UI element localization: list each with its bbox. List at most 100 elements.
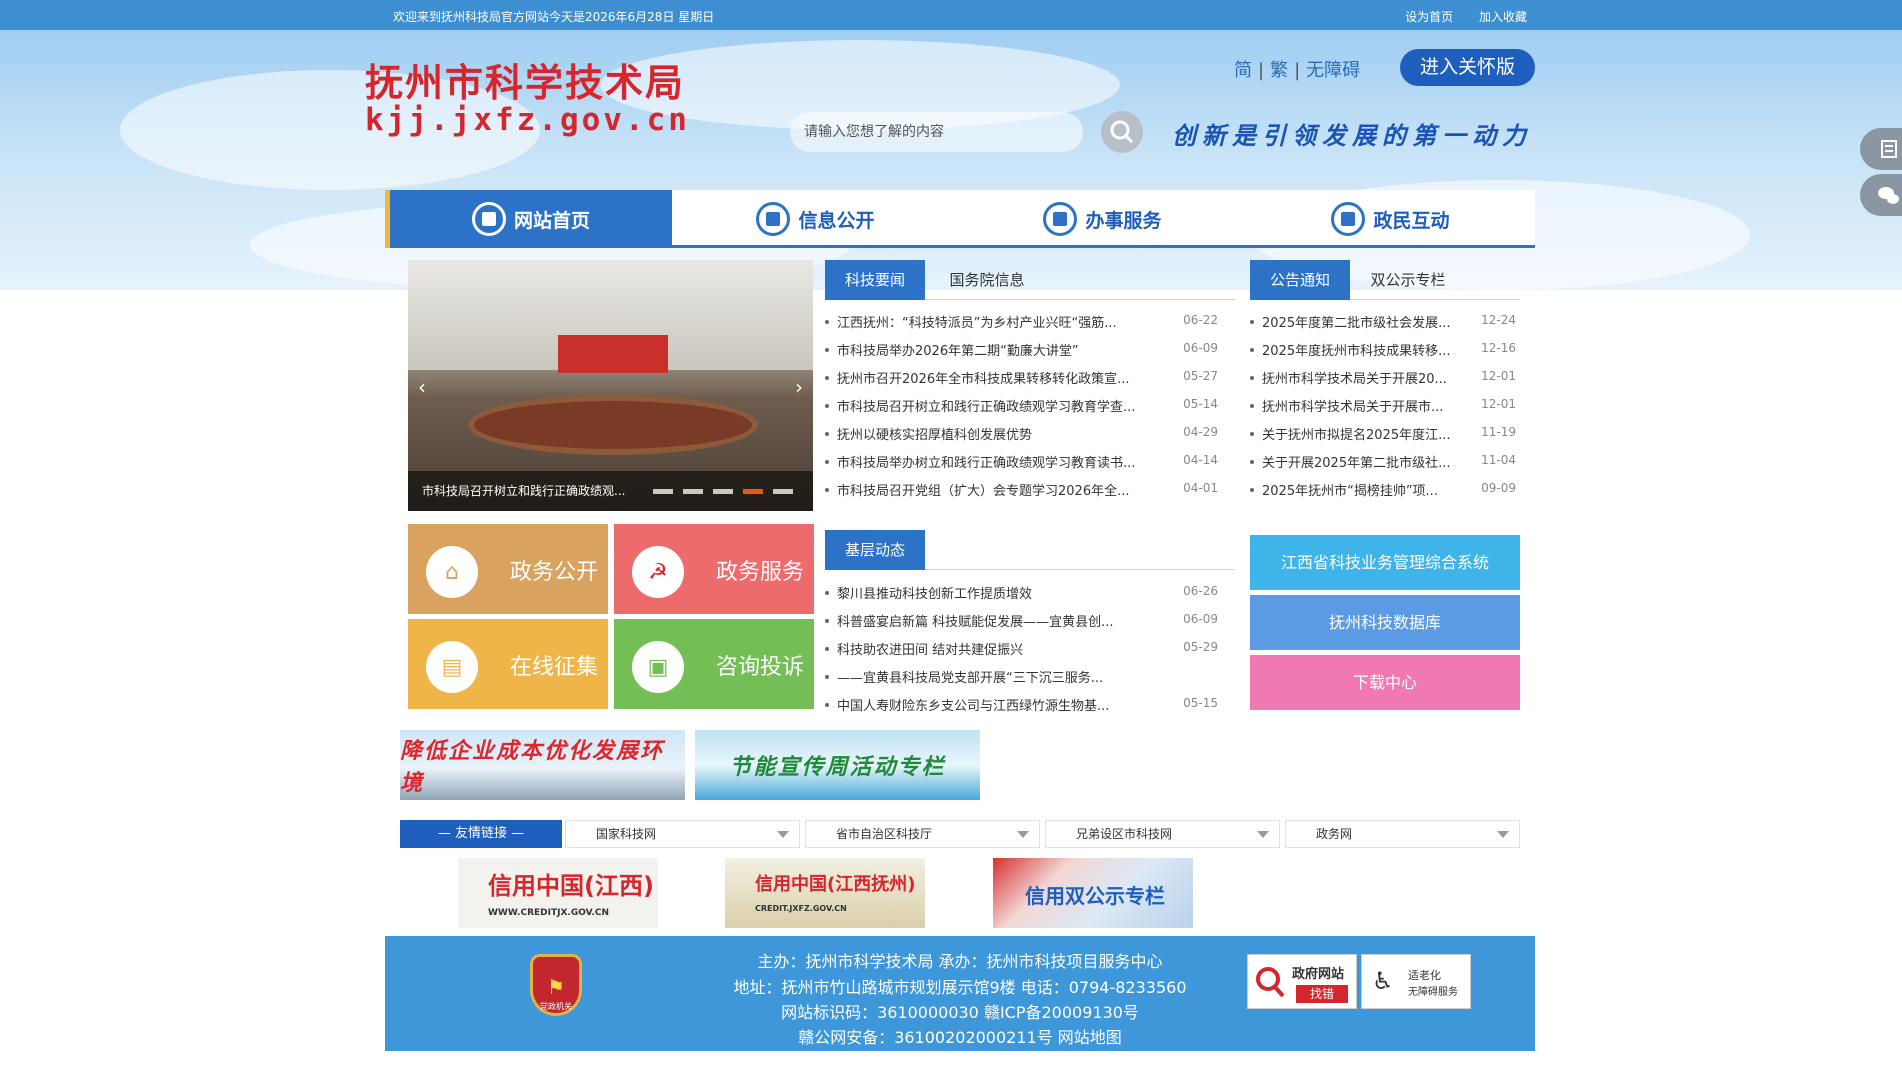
list-item[interactable]: 关于开展2025年第二批市级社... 11-04 xyxy=(1250,452,1520,472)
fuzhou-tech-database-link[interactable]: 抚州科技数据库 xyxy=(1250,595,1520,650)
credit-china-jiangxi-banner[interactable]: 信用中国(江西) WWW.CREDITJX.GOV.CN xyxy=(458,858,658,928)
promo-banner-energy-saving[interactable]: 节能宣传周活动专栏 xyxy=(695,730,980,800)
magnifier-icon xyxy=(1256,967,1285,998)
slider-dot[interactable] xyxy=(653,489,673,494)
document-icon xyxy=(756,202,791,236)
nav-interaction[interactable]: 政民互动 xyxy=(1246,190,1535,248)
select-national-tech[interactable]: 国家科技网 xyxy=(565,820,800,848)
hand-icon xyxy=(1043,202,1078,236)
site-logo-domain: kjj.jxfz.gov.cn xyxy=(365,102,690,138)
tab-grassroots[interactable]: 基层动态 xyxy=(825,530,925,570)
tab-state-council[interactable]: 国务院信息 xyxy=(937,260,1037,300)
download-center-link[interactable]: 下载中心 xyxy=(1250,655,1520,710)
list-item[interactable]: 科技助农进田间 结对共建促振兴 05-29 xyxy=(825,639,1218,659)
language-switch: 简 | 繁 | 无障碍 xyxy=(1234,60,1361,81)
tile-gov-services[interactable]: ☭ 政务服务 xyxy=(614,524,814,614)
list-item[interactable]: 市科技局举办树立和践行正确政绩观学习教育读书... 04-14 xyxy=(825,452,1218,472)
add-favorite-link[interactable]: 加入收藏 xyxy=(1479,10,1527,24)
tab-tech-news[interactable]: 科技要闻 xyxy=(825,260,925,300)
list-item[interactable]: 江西抚州：“科技特派员”为乡村产业兴旺“强筋... 06-22 xyxy=(825,312,1218,332)
select-gov-net[interactable]: 政务网 xyxy=(1285,820,1520,848)
footer-security-record: 赣公网安备：36100202000211号 网站地图 xyxy=(798,1028,1122,1047)
list-item[interactable]: 科普盛宴启新篇 科技赋能促发展——宜黄县创... 06-09 xyxy=(825,611,1218,631)
promo-banner-cost-reduction[interactable]: 降低企业成本优化发展环境 xyxy=(400,730,685,800)
form-icon: ▤ xyxy=(426,641,478,693)
news-list: 江西抚州：“科技特派员”为乡村产业兴旺“强筋... 06-22 市科技局举办202… xyxy=(825,312,1218,499)
list-item[interactable]: 抚州市科学技术局关于开展20... 12-01 xyxy=(1250,368,1520,388)
credit-dual-publicity-banner[interactable]: 信用双公示专栏 xyxy=(993,858,1193,928)
list-item[interactable]: 关于抚州市拟提名2025年度江... 11-19 xyxy=(1250,424,1520,444)
list-item[interactable]: 中国人寿财险东乡支公司与江西绿竹源生物基... 05-15 xyxy=(825,695,1218,715)
wechat-float-button[interactable] xyxy=(1860,174,1902,216)
elder-accessibility-button[interactable]: ♿ 适老化 无障碍服务 xyxy=(1361,954,1471,1009)
set-homepage-link[interactable]: 设为首页 xyxy=(1405,10,1453,24)
main-nav: 网站首页 信息公开 办事服务 政民互动 xyxy=(385,190,1535,248)
nav-services-label: 办事服务 xyxy=(1085,209,1162,232)
traditional-chinese-link[interactable]: 繁 xyxy=(1270,60,1288,81)
footer: ⚑ 党政机关 主办：抚州市科学技术局 承办：抚州市科技项目服务中心 地址：抚州市… xyxy=(385,936,1535,1051)
nav-info-label: 信息公开 xyxy=(798,209,875,232)
list-item[interactable]: 市科技局召开树立和践行正确政绩观学习教育学查... 05-14 xyxy=(825,396,1218,416)
tab-notices[interactable]: 公告通知 xyxy=(1250,260,1350,300)
slider-next-arrow[interactable]: › xyxy=(795,375,803,399)
nav-info-disclosure[interactable]: 信息公开 xyxy=(672,190,959,248)
notice-list: 2025年度第二批市级社会发展... 12-24 2025年度抚州市科技成果转移.… xyxy=(1250,312,1520,499)
wechat-icon xyxy=(1878,187,1899,204)
nav-home-label: 网站首页 xyxy=(513,209,590,232)
nav-interaction-label: 政民互动 xyxy=(1373,209,1450,232)
message-icon: ▣ xyxy=(632,641,684,693)
tab-dual-publicity[interactable]: 双公示专栏 xyxy=(1358,260,1458,300)
gov-site-error-button[interactable]: 政府网站 找错 xyxy=(1247,954,1357,1009)
list-item[interactable]: ——宜黄县科技局党支部开展“三下沉三服务... xyxy=(825,667,1218,687)
top-bar: 欢迎来到抚州科技局官方网站今天是2026年6月28日 星期日 设为首页 加入收藏 xyxy=(0,0,1902,30)
list-item[interactable]: 抚州市科学技术局关于开展市... 12-01 xyxy=(1250,396,1520,416)
party-emblem-icon: ☭ xyxy=(632,546,684,598)
chevron-down-icon xyxy=(1257,831,1269,838)
news-slider[interactable]: ‹ › 市科技局召开树立和践行正确政绩观... xyxy=(408,260,813,511)
select-sibling-city-tech[interactable]: 兄弟设区市科技网 xyxy=(1045,820,1280,848)
slogan: 创新是引领发展的第一动力 xyxy=(1172,121,1532,150)
news-tabs: 科技要闻 国务院信息 xyxy=(825,260,1235,300)
grassroots-tabs: 基层动态 xyxy=(825,530,1235,570)
list-item[interactable]: 2025年度抚州市科技成果转移... 12-16 xyxy=(1250,340,1520,360)
tile-consult-complaint[interactable]: ▣ 咨询投诉 xyxy=(614,619,814,709)
accessibility-link[interactable]: 无障碍 xyxy=(1306,60,1360,81)
list-item[interactable]: 市科技局召开党组（扩大）会专题学习2026年全... 04-01 xyxy=(825,480,1218,500)
credit-china-fuzhou-banner[interactable]: 信用中国(江西抚州) CREDIT.JXFZ.GOV.CN xyxy=(725,858,925,928)
welcome-text: 欢迎来到抚州科技局官方网站今天是2026年6月28日 星期日 xyxy=(393,10,715,24)
list-item[interactable]: 市科技局举办2026年第二期“勤廉大讲堂” 06-09 xyxy=(825,340,1218,360)
home-icon xyxy=(471,202,506,236)
slider-dot[interactable] xyxy=(683,489,703,494)
list-item[interactable]: 2025年度第二批市级社会发展... 12-24 xyxy=(1250,312,1520,332)
chevron-down-icon xyxy=(1497,831,1509,838)
nav-services[interactable]: 办事服务 xyxy=(959,190,1246,248)
simplified-chinese-link[interactable]: 简 xyxy=(1234,60,1252,81)
search-icon xyxy=(1110,120,1134,144)
chat-icon xyxy=(1331,202,1366,236)
site-logo-title[interactable]: 抚州市科学技术局 xyxy=(365,52,685,107)
select-provincial-tech[interactable]: 省市自治区科技厅 xyxy=(805,820,1040,848)
chevron-down-icon xyxy=(1017,831,1029,838)
slider-dot[interactable] xyxy=(713,489,733,494)
jiangxi-tech-system-link[interactable]: 江西省科技业务管理综合系统 xyxy=(1250,535,1520,590)
side-menu-button[interactable] xyxy=(1860,128,1902,170)
chevron-down-icon xyxy=(777,831,789,838)
list-item[interactable]: 2025年抚州市“揭榜挂帅”项... 09-09 xyxy=(1250,480,1520,500)
slider-dot[interactable] xyxy=(773,489,793,494)
tile-online-collection[interactable]: ▤ 在线征集 xyxy=(408,619,608,709)
grassroots-list: 黎川县推动科技创新工作提质增效 06-26 科普盛宴启新篇 科技赋能促发展——宜黄… xyxy=(825,583,1218,715)
search-input[interactable] xyxy=(790,112,1083,152)
list-item[interactable]: 抚州以硬核实招厚植科创发展优势 04-29 xyxy=(825,424,1218,444)
care-version-button[interactable]: 进入关怀版 xyxy=(1400,49,1535,86)
nav-home[interactable]: 网站首页 xyxy=(390,190,672,248)
tile-gov-affairs[interactable]: ⌂ 政务公开 xyxy=(408,524,608,614)
search-button[interactable] xyxy=(1101,111,1143,153)
slider-dots xyxy=(643,489,793,494)
list-icon xyxy=(1881,140,1897,158)
slider-prev-arrow[interactable]: ‹ xyxy=(418,375,426,399)
building-icon: ⌂ xyxy=(426,546,478,598)
list-item[interactable]: 抚州市召开2026年全市科技成果转移转化政策宣... 05-27 xyxy=(825,368,1218,388)
slider-dot-active[interactable] xyxy=(743,489,763,494)
list-item[interactable]: 黎川县推动科技创新工作提质增效 06-26 xyxy=(825,583,1218,603)
header: 抚州市科学技术局 kjj.jxfz.gov.cn 简|繁|无障碍 进入关怀版 创… xyxy=(0,30,1902,290)
